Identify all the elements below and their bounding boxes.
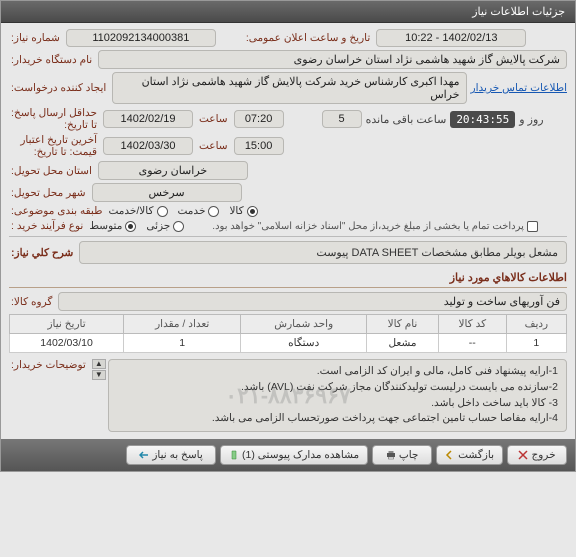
label-city: شهر محل تحویل: xyxy=(9,187,88,199)
label-hour-2: ساعت xyxy=(197,140,230,152)
label-categorization: طبقه بندی موضوعی: xyxy=(9,205,104,217)
label-hour-1: ساعت xyxy=(197,113,230,125)
label-goods-group: گروه کالا: xyxy=(9,296,54,308)
radio-medium[interactable]: متوسط xyxy=(89,220,136,232)
radio-goods-label: کالا xyxy=(229,205,243,217)
field-city: سرخس xyxy=(92,183,242,202)
radio-both-label: کالا/خدمت xyxy=(108,205,153,217)
respond-button[interactable]: پاسخ به نیاز xyxy=(126,445,216,465)
respond-label: پاسخ به نیاز xyxy=(152,449,202,461)
label-validity: آخرین تاریخ اعتبار قیمت: تا تاریخ: xyxy=(9,134,99,158)
field-goods-group: فن آوریهای ساخت و تولید xyxy=(58,292,567,311)
countdown-clock: 20:43:55 xyxy=(450,111,515,128)
link-contact-info[interactable]: اطلاعات تماس خریدار xyxy=(471,82,567,94)
field-province: خراسان رضوی xyxy=(98,161,248,180)
radio-medium-label: متوسط xyxy=(89,220,122,232)
field-deadline-date: 1402/02/19 xyxy=(103,110,193,128)
cell-need-date: 1402/03/10 xyxy=(10,334,124,353)
label-need-no: شماره نیاز: xyxy=(9,32,62,44)
label-buyer-notes: توضیحات خریدار: xyxy=(9,359,88,371)
section-items-header: اطلاعات كالاهاي مورد نياز xyxy=(9,268,567,288)
radio-partial-label: جزئی xyxy=(146,220,170,232)
radio-service-label: خدمت xyxy=(178,205,206,217)
scroll-down-icon[interactable]: ▼ xyxy=(92,370,106,380)
footer-toolbar: خروج بازگشت چاپ مشاهده مدارک پیوستی (1) … xyxy=(1,439,575,471)
label-day-and: روز و xyxy=(519,113,543,126)
field-validity-time: 15:00 xyxy=(234,137,284,155)
items-table: ردیف کد کالا نام کالا واحد شمارش تعداد /… xyxy=(9,314,567,353)
attachments-label: مشاهده مدارک پیوستی (1) xyxy=(242,449,359,461)
label-deadline: حداقل ارسال پاسخ: تا تاریخ: xyxy=(9,107,99,131)
notes-scroll: ▲ ▼ xyxy=(92,359,106,432)
radio-service-dot xyxy=(208,206,219,217)
radio-goods-dot xyxy=(247,206,258,217)
exit-button[interactable]: خروج xyxy=(507,445,567,465)
radio-service[interactable]: خدمت xyxy=(178,205,220,217)
cell-code: -- xyxy=(438,334,506,353)
field-requester: مهدا اکبری کارشناس خرید شرکت پالایش گاز … xyxy=(112,72,466,104)
radio-medium-dot xyxy=(125,221,136,232)
exit-label: خروج xyxy=(531,449,555,461)
note-line-2: 2-سازنده می بایست درلیست تولیدکنندگان مج… xyxy=(117,380,558,396)
th-row[interactable]: ردیف xyxy=(506,315,566,334)
attachments-button[interactable]: مشاهده مدارک پیوستی (1) xyxy=(220,445,368,465)
cell-unit: دستگاه xyxy=(241,334,367,353)
back-label: بازگشت xyxy=(458,449,494,461)
cell-qty: 1 xyxy=(124,334,241,353)
back-button[interactable]: بازگشت xyxy=(436,445,503,465)
table-header-row: ردیف کد کالا نام کالا واحد شمارش تعداد /… xyxy=(10,315,567,334)
note-line-1: 1-ارایه پیشنهاد فنی کامل، مالی و ایران ک… xyxy=(117,364,558,380)
field-validity-date: 1402/03/30 xyxy=(103,137,193,155)
window: جزئیات اطلاعات نیاز شماره نیاز: 11020921… xyxy=(0,0,576,472)
separator-1 xyxy=(9,236,567,237)
label-province: استان محل تحویل: xyxy=(9,165,94,177)
radio-partial[interactable]: جزئی xyxy=(146,220,184,232)
radio-both[interactable]: کالا/خدمت xyxy=(108,205,167,217)
label-buyer-org: نام دستگاه خریدار: xyxy=(9,54,94,66)
back-icon xyxy=(445,450,455,460)
category-radio-group: کالا خدمت کالا/خدمت xyxy=(108,205,257,217)
cell-row: 1 xyxy=(506,334,566,353)
field-need-title: مشعل بویلر مطابق مشخصات DATA SHEET پیوست xyxy=(79,241,567,264)
label-announce-datetime: تاریخ و ساعت اعلان عمومی: xyxy=(244,32,372,44)
table-row[interactable]: 1 -- مشعل دستگاه 1 1402/03/10 xyxy=(10,334,567,353)
th-name[interactable]: نام کالا xyxy=(367,315,439,334)
th-unit[interactable]: واحد شمارش xyxy=(241,315,367,334)
field-need-no: 1102092134000381 xyxy=(66,29,216,47)
note-line-4: 4-ارایه مفاصا حساب تامین اجتماعی جهت پرد… xyxy=(117,411,558,427)
reply-icon xyxy=(139,450,149,460)
th-code[interactable]: کد کالا xyxy=(438,315,506,334)
field-buyer-org: شرکت پالایش گاز شهید هاشمی نژاد استان خر… xyxy=(98,50,567,69)
radio-goods[interactable]: کالا xyxy=(229,205,257,217)
field-deadline-time: 07:20 xyxy=(234,110,284,128)
payment-note: پرداخت تمام یا بخشی از مبلغ خرید،از محل … xyxy=(212,221,524,232)
print-icon xyxy=(386,450,396,460)
print-button[interactable]: چاپ xyxy=(372,445,432,465)
window-title: جزئیات اطلاعات نیاز xyxy=(1,1,575,23)
form-area: شماره نیاز: 1102092134000381 تاریخ و ساع… xyxy=(1,23,575,439)
radio-partial-dot xyxy=(173,221,184,232)
attachment-icon xyxy=(229,450,239,460)
purchase-radio-group: جزئی متوسط xyxy=(89,220,184,232)
label-purchase-type: نوع فرآیند خرید : xyxy=(9,220,85,232)
th-qty[interactable]: تعداد / مقدار xyxy=(124,315,241,334)
note-line-3: 3- کالا باید ساخت داخل باشد. xyxy=(117,396,558,412)
th-need-date[interactable]: تاریخ نیاز xyxy=(10,315,124,334)
field-announce-datetime: 1402/02/13 - 10:22 xyxy=(376,29,526,47)
exit-icon xyxy=(518,450,528,460)
label-remaining: ساعت باقی مانده xyxy=(366,113,447,126)
label-need-title: شرح کلي نياز: xyxy=(9,247,75,259)
payment-checkbox[interactable]: پرداخت تمام یا بخشی از مبلغ خرید،از محل … xyxy=(212,221,538,232)
scroll-up-icon[interactable]: ▲ xyxy=(92,359,106,369)
print-label: چاپ xyxy=(399,449,419,461)
buyer-notes-box: 1-ارایه پیشنهاد فنی کامل، مالی و ایران ک… xyxy=(108,359,567,432)
payment-checkbox-box xyxy=(527,221,538,232)
field-days-left: 5 xyxy=(322,110,362,128)
cell-name: مشعل xyxy=(367,334,439,353)
radio-both-dot xyxy=(157,206,168,217)
countdown: روز و 20:43:55 ساعت باقی مانده xyxy=(366,111,544,128)
label-requester: ایجاد کننده درخواست: xyxy=(9,82,108,94)
